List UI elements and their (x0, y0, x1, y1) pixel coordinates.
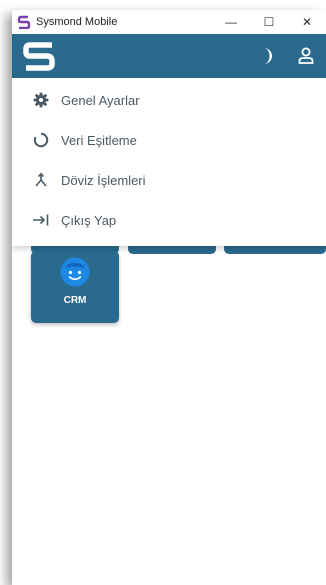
window-controls: — ☐ ✕ (212, 10, 326, 34)
menu-item-label: Veri Eşitleme (61, 132, 137, 148)
logout-icon (32, 211, 50, 229)
window-title: Sysmond Mobile (36, 16, 118, 28)
close-button[interactable]: ✕ (288, 10, 326, 34)
minimize-button[interactable]: — (212, 10, 250, 34)
app-bar (12, 34, 326, 78)
user-icon[interactable] (296, 46, 316, 66)
crm-face-icon (60, 257, 90, 287)
sync-circle-icon (32, 131, 50, 149)
menu-item-general-settings[interactable]: Genel Ayarlar (12, 80, 326, 120)
menu-item-label: Çıkış Yap (61, 212, 117, 228)
gear-icon (32, 91, 50, 109)
menu-item-data-sync[interactable]: Veri Eşitleme (12, 120, 326, 160)
menu-item-logout[interactable]: Çıkış Yap (12, 200, 326, 240)
menu-item-label: Döviz İşlemleri (61, 172, 146, 188)
app-logo-icon (17, 15, 31, 29)
merge-arrow-icon (32, 171, 50, 189)
menu-item-currency-operations[interactable]: Döviz İşlemleri (12, 160, 326, 200)
title-bar: Sysmond Mobile — ☐ ✕ (12, 10, 326, 35)
maximize-button[interactable]: ☐ (250, 10, 288, 34)
tile-label: CRM (63, 295, 87, 306)
module-tile-crm[interactable]: CRM (31, 251, 119, 323)
moon-icon[interactable] (256, 46, 276, 66)
menu-item-label: Genel Ayarlar (61, 92, 140, 108)
settings-menu: Genel Ayarlar Veri Eşitleme Döviz İşleml… (12, 78, 326, 246)
app-window: Sysmond Mobile — ☐ ✕ Genel Ayarlar Veri … (12, 10, 326, 585)
sysmond-logo-icon[interactable] (21, 40, 57, 72)
